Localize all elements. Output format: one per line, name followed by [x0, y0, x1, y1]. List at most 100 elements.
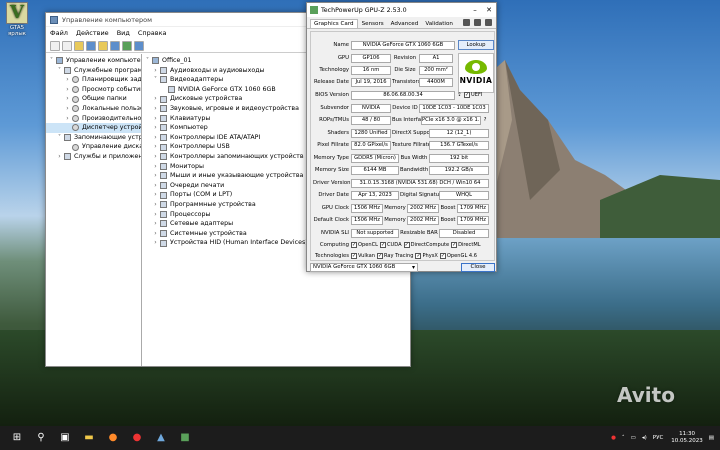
chevron-down-icon[interactable]: ˅: [144, 56, 151, 66]
chevron-right-icon[interactable]: ›: [152, 238, 159, 248]
computing-label: Computing: [319, 242, 349, 248]
gpuz-taskbar-icon[interactable]: ■: [178, 431, 192, 445]
chevron-right-icon[interactable]: ›: [152, 94, 159, 104]
menu-view[interactable]: Вид: [117, 29, 130, 37]
chevron-right-icon[interactable]: ›: [64, 75, 71, 85]
close-button[interactable]: Close: [461, 263, 495, 272]
vulkan-checkbox: ✓ Vulkan: [351, 253, 375, 259]
gpuz-titlebar[interactable]: TechPowerUp GPU-Z 2.53.0 – ✕: [307, 3, 496, 17]
desktop-shortcut-gta5[interactable]: V GTA5 ярлык: [2, 2, 32, 37]
device-icon: [160, 210, 167, 218]
device-icon: [72, 143, 79, 151]
file-explorer-icon[interactable]: ▬: [82, 431, 96, 445]
share-icon[interactable]: ⇪: [455, 92, 464, 98]
refresh-icon[interactable]: [474, 19, 481, 26]
device-icon: [72, 86, 79, 94]
firefox-icon[interactable]: ●: [106, 431, 120, 445]
forward-arrow-icon[interactable]: [62, 40, 72, 51]
chevron-right-icon[interactable]: ›: [64, 104, 71, 114]
digital-signature-label: Digital Signature: [400, 192, 445, 198]
chevron-right-icon[interactable]: ›: [152, 162, 159, 172]
task-view-icon[interactable]: ▣: [58, 431, 72, 445]
chevron-right-icon[interactable]: ›: [152, 152, 159, 162]
network-app-icon[interactable]: ▲: [154, 431, 168, 445]
up-folder-icon[interactable]: [74, 40, 84, 51]
monitor-icon[interactable]: [134, 40, 144, 51]
left-tree-node[interactable]: › Локальные пользоват: [46, 104, 141, 114]
menu-help[interactable]: Справка: [138, 29, 167, 37]
language-indicator[interactable]: РУС: [653, 435, 664, 441]
right-tree-label: Контроллеры USB: [170, 143, 230, 151]
chevron-right-icon[interactable]: ›: [152, 66, 159, 76]
chevron-right-icon[interactable]: ›: [152, 181, 159, 191]
help-icon[interactable]: [110, 40, 120, 51]
chevron-right-icon[interactable]: ›: [56, 152, 63, 162]
notifications-icon[interactable]: ▤: [709, 435, 714, 441]
close-icon[interactable]: ✕: [482, 6, 496, 14]
left-tree-node[interactable]: › Производительность: [46, 114, 141, 124]
camera-icon[interactable]: [463, 19, 470, 26]
windows-start-icon[interactable]: ⊞: [10, 431, 24, 445]
bus-help-button[interactable]: ?: [481, 117, 489, 123]
console-tree-icon[interactable]: [86, 40, 96, 51]
chevron-right-icon[interactable]: ›: [152, 171, 159, 181]
clock[interactable]: 11:30 10.05.2023: [671, 431, 703, 445]
chevron-down-icon[interactable]: ˅: [48, 56, 55, 66]
chevron-right-icon[interactable]: ›: [64, 85, 71, 95]
chevron-right-icon[interactable]: ›: [152, 142, 159, 152]
left-tree-node[interactable]: › Службы и приложения: [46, 152, 141, 162]
chevron-right-icon[interactable]: ›: [152, 123, 159, 133]
left-tree-node[interactable]: ˅ Запоминающие устройств: [46, 133, 141, 143]
chevron-right-icon[interactable]: ›: [152, 229, 159, 239]
left-tree-node[interactable]: › Просмотр событий: [46, 85, 141, 95]
network-icon[interactable]: ▭: [631, 435, 636, 441]
chevron-down-icon[interactable]: ˅: [56, 133, 63, 143]
volume-icon[interactable]: ◂): [642, 435, 647, 441]
tab-sensors[interactable]: Sensors: [359, 20, 387, 28]
gpu-memory-label: Memory: [384, 205, 406, 211]
left-tree-node[interactable]: Диспетчер устройств: [46, 123, 141, 133]
lookup-button[interactable]: Lookup: [458, 40, 494, 50]
chevron-down-icon[interactable]: ˅: [152, 75, 159, 85]
properties-icon[interactable]: [98, 40, 108, 51]
left-tree-label: Производительность: [82, 114, 142, 122]
device-icon: [160, 201, 167, 209]
chevron-up-icon[interactable]: ˄: [622, 435, 625, 441]
chevron-right-icon[interactable]: ›: [152, 210, 159, 220]
pixel-fillrate-label: Pixel Fillrate: [317, 142, 349, 148]
chevron-right-icon[interactable]: ›: [64, 114, 71, 124]
tab-validation[interactable]: Validation: [422, 20, 456, 28]
device-id-label: Device ID: [392, 105, 418, 111]
chevron-right-icon[interactable]: ›: [152, 133, 159, 143]
left-tree-node[interactable]: › Общие папки: [46, 94, 141, 104]
chevron-right-icon[interactable]: ›: [152, 114, 159, 124]
left-tree-node[interactable]: › Планировщик заданий: [46, 75, 141, 85]
back-arrow-icon[interactable]: [50, 40, 60, 51]
scan-hardware-icon[interactable]: [122, 40, 132, 51]
yandex-browser-icon[interactable]: ●: [130, 431, 144, 445]
gpuz-title: TechPowerUp GPU-Z 2.53.0: [321, 6, 407, 14]
chevron-right-icon[interactable]: ›: [152, 219, 159, 229]
menu-action[interactable]: Действие: [76, 29, 109, 37]
left-tree-node[interactable]: ˅ Служебные программы: [46, 66, 141, 76]
check-icon: ✓: [415, 253, 422, 259]
chevron-right-icon[interactable]: ›: [152, 104, 159, 114]
check-icon: ✓: [377, 253, 383, 259]
menu-icon[interactable]: [485, 19, 492, 26]
yandex-tray-icon[interactable]: ●: [611, 435, 616, 441]
minimize-icon[interactable]: –: [468, 6, 482, 14]
chevron-down-icon[interactable]: ˅: [56, 66, 63, 76]
left-tree-node[interactable]: Управление дисками: [46, 142, 141, 152]
menu-file[interactable]: Файл: [50, 29, 68, 37]
chevron-right-icon[interactable]: ›: [152, 200, 159, 210]
left-tree-node[interactable]: ˅ Управление компьютером (л: [46, 56, 141, 66]
chevron-right-icon[interactable]: ›: [64, 94, 71, 104]
rops-tmus-field: 48 / 80: [351, 115, 391, 125]
tab-advanced[interactable]: Advanced: [388, 20, 422, 28]
chevron-right-icon[interactable]: ›: [152, 190, 159, 200]
search-icon[interactable]: ⚲: [34, 431, 48, 445]
tab-graphics-card[interactable]: Graphics Card: [310, 19, 358, 28]
gpu-select-dropdown[interactable]: NVIDIA GeForce GTX 1060 6GB: [310, 263, 418, 272]
device-icon: [160, 134, 167, 142]
gpuz-tabs: Graphics Card Sensors Advanced Validatio…: [307, 17, 496, 29]
